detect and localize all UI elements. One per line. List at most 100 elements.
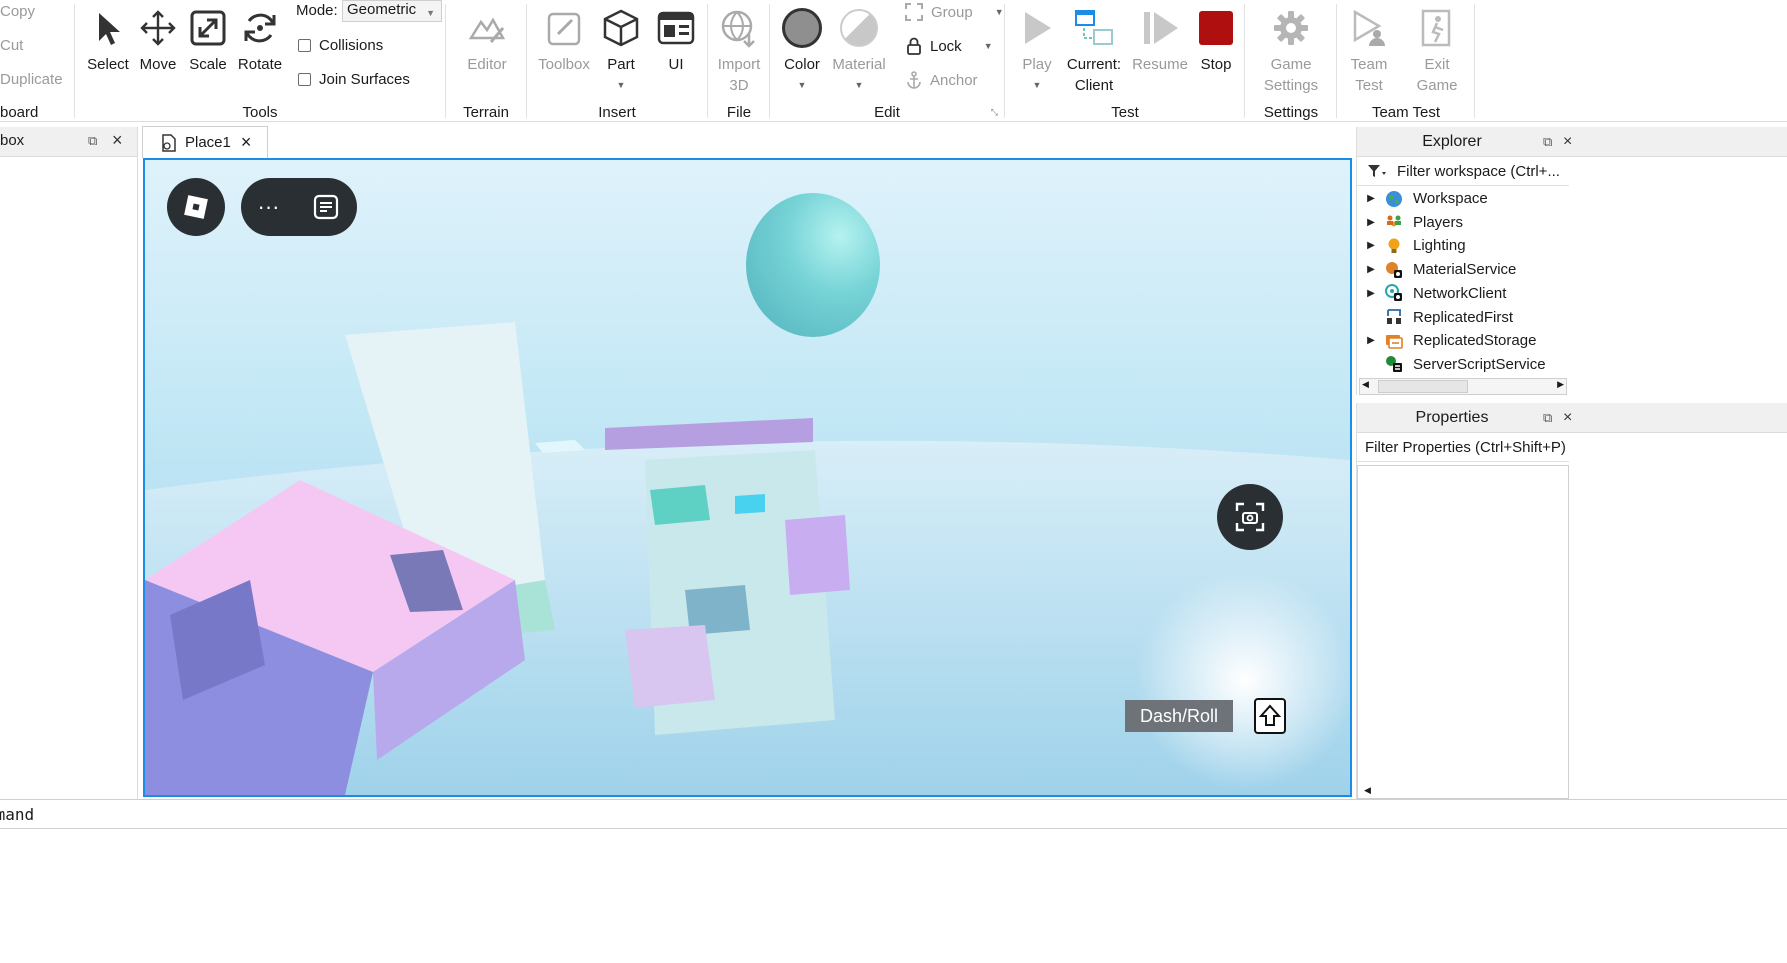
move-button[interactable]: Move [134, 2, 182, 75]
test-group-label: Test [1111, 104, 1139, 121]
toolbox-panel-title: box [0, 132, 25, 149]
ribbon-toolbar: Copy Cut Duplicate board Select Move Sca… [0, 0, 1787, 122]
scrollbar-thumb[interactable] [1378, 380, 1468, 393]
stop-button[interactable]: Stop [1193, 2, 1239, 75]
screenshot-button[interactable] [1217, 484, 1283, 550]
group-button[interactable]: Group ▼ [905, 3, 1004, 21]
part-button[interactable]: Part ▼ [597, 2, 645, 96]
anchor-button[interactable]: Anchor [906, 71, 978, 89]
undock-icon[interactable]: ⧉ [1543, 127, 1552, 157]
command-bar[interactable]: mmand [0, 799, 1787, 829]
explorer-item-players[interactable]: ▶ Players [1357, 211, 1463, 234]
material-button[interactable]: Material ▼ [828, 2, 890, 96]
roblox-logo-icon [184, 195, 208, 219]
current-client-button[interactable]: Current: Client [1063, 2, 1125, 96]
lock-button[interactable]: Lock ▼ [906, 37, 993, 55]
team-test-group: Team Test Exit Game Team Test [1337, 0, 1475, 122]
explorer-item-workspace[interactable]: ▶ Workspace [1357, 187, 1488, 210]
terrain-editor-icon [468, 17, 506, 43]
undock-icon[interactable]: ⧉ [88, 133, 97, 149]
game-settings-button[interactable]: Game Settings [1259, 2, 1323, 96]
ribbon-separator [74, 4, 75, 118]
explorer-item-lighting[interactable]: ▶ Lighting [1357, 234, 1465, 257]
explorer-item-serverscriptservice[interactable]: ServerScriptService [1357, 353, 1546, 376]
expand-arrow-icon[interactable]: ▶ [1357, 335, 1385, 346]
resume-button[interactable]: Resume [1129, 2, 1191, 75]
properties-filter[interactable]: Filter Properties (Ctrl+Shift+P) [1357, 433, 1569, 462]
explorer-item-replicatedstorage[interactable]: ▶ ReplicatedStorage [1357, 329, 1536, 352]
expand-arrow-icon[interactable]: ▶ [1357, 240, 1385, 251]
ui-button[interactable]: UI [653, 2, 699, 75]
terrain-editor-button[interactable]: Editor [456, 2, 518, 75]
explorer-title: Explorer [1422, 133, 1482, 150]
chat-icon[interactable] [312, 193, 340, 221]
rotate-icon [244, 13, 276, 43]
properties-title: Properties [1415, 409, 1489, 426]
roblox-menu-button[interactable] [167, 178, 225, 236]
toolbox-button[interactable]: Toolbox [533, 2, 595, 75]
team-test-button[interactable]: Team Test [1341, 2, 1397, 96]
close-icon[interactable]: × [1563, 127, 1572, 157]
exit-game-button[interactable]: Exit Game [1409, 2, 1465, 96]
color-swatch [782, 8, 822, 48]
network-icon [1385, 284, 1403, 302]
scroll-right-icon[interactable]: ▶ [1557, 379, 1564, 390]
expand-arrow-icon[interactable]: ▶ [1357, 193, 1385, 204]
join-surfaces-toggle[interactable]: Join Surfaces [298, 71, 410, 88]
undock-icon[interactable]: ⧉ [1543, 403, 1552, 433]
mode-dropdown[interactable]: Geometric ▼ [342, 0, 442, 22]
tools-group-label: Tools [242, 104, 278, 121]
structure-panel [785, 515, 850, 595]
duplicate-button[interactable]: Duplicate [0, 71, 63, 88]
copy-button[interactable]: Copy [0, 3, 35, 20]
expand-arrow-icon[interactable]: ▶ [1357, 288, 1385, 299]
explorer-item-label: ReplicatedFirst [1413, 308, 1514, 326]
clipboard-group: Copy Cut Duplicate board [0, 0, 72, 122]
rotate-button[interactable]: Rotate [234, 2, 286, 75]
explorer-filter[interactable]: Filter workspace (Ctrl+... [1357, 157, 1569, 186]
dash-roll-button[interactable] [1254, 698, 1286, 734]
explorer-item-materialservice[interactable]: ▶ MaterialService [1357, 258, 1516, 281]
explorer-panel: Explorer ⧉ × Filter workspace (Ctrl+... … [1356, 127, 1787, 395]
tab-place1[interactable]: Place1 × [142, 126, 268, 158]
import-3d-button[interactable]: Import 3D [710, 2, 768, 96]
color-button[interactable]: Color ▼ [776, 2, 828, 96]
replicated-first-icon [1385, 308, 1403, 326]
play-button[interactable]: Play ▼ [1013, 2, 1061, 96]
explorer-item-networkclient[interactable]: ▶ NetworkClient [1357, 282, 1506, 305]
material-swatch [840, 9, 878, 47]
join-surfaces-checkbox[interactable] [298, 73, 311, 86]
collisions-checkbox[interactable] [298, 39, 311, 52]
game-viewport[interactable]: ··· Dash/Roll [143, 158, 1352, 797]
script-service-icon [1385, 355, 1403, 373]
close-icon[interactable]: × [112, 130, 123, 151]
close-tab-icon[interactable]: × [241, 132, 252, 153]
explorer-item-replicatedfirst[interactable]: ReplicatedFirst [1357, 306, 1513, 329]
scroll-left-icon[interactable]: ◀ [1362, 379, 1369, 390]
chevron-down-icon: ▼ [616, 80, 626, 90]
close-icon[interactable]: × [1563, 403, 1572, 433]
collisions-toggle[interactable]: Collisions [298, 37, 383, 54]
properties-header: Properties ⧉ × [1357, 403, 1787, 433]
select-button[interactable]: Select [84, 2, 132, 75]
scroll-left-icon[interactable]: ◀ [1364, 785, 1371, 796]
expand-arrow-icon[interactable]: ▶ [1357, 217, 1385, 228]
edit-group: Color ▼ Material ▼ Group ▼ Lock ▼ Anchor E… [770, 0, 1004, 122]
file-group: Import 3D File [708, 0, 770, 122]
group-icon [905, 3, 923, 21]
scale-button[interactable]: Scale [184, 2, 232, 75]
terrain-group-label: Terrain [463, 104, 509, 121]
edit-dialog-launcher-icon[interactable]: ⤡ [991, 107, 998, 118]
explorer-item-label: MaterialService [1413, 261, 1517, 279]
play-icon [1025, 12, 1051, 44]
chevron-down-icon: ▼ [1032, 80, 1042, 90]
cut-button[interactable]: Cut [0, 37, 23, 54]
chevron-down-icon: ▼ [797, 80, 807, 90]
explorer-item-label: ReplicatedStorage [1413, 332, 1537, 350]
expand-arrow-icon[interactable]: ▶ [1357, 264, 1385, 275]
clipboard-group-label: board [0, 104, 39, 121]
globe-icon [1385, 190, 1403, 208]
more-options-icon[interactable]: ··· [258, 196, 280, 218]
script-doc-icon [162, 133, 176, 152]
explorer-horizontal-scrollbar[interactable]: ◀ ▶ [1359, 378, 1567, 395]
